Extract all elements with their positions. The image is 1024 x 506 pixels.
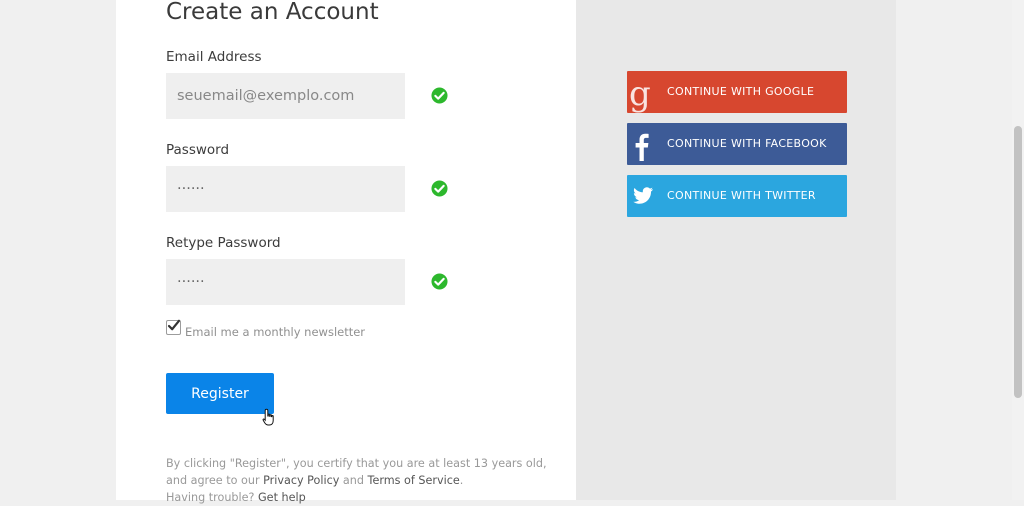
trouble-text: Having trouble? [166, 491, 259, 504]
email-valid-check-icon [431, 87, 448, 104]
terms-text: By clicking "Register", you certify that… [166, 455, 566, 506]
svg-text:g: g [629, 74, 651, 113]
terms-period: . [459, 474, 464, 487]
password-field[interactable] [166, 166, 405, 212]
facebook-icon [635, 133, 649, 161]
twitter-button-label: CONTINUE WITH TWITTER [667, 189, 816, 202]
google-button-label: CONTINUE WITH GOOGLE [667, 85, 815, 98]
hand-cursor-icon [262, 408, 274, 426]
password-label: Password [166, 142, 230, 158]
twitter-icon [633, 187, 653, 204]
terms-of-service-link[interactable]: Terms of Service [368, 474, 460, 487]
continue-with-facebook-button[interactable]: CONTINUE WITH FACEBOOK [627, 123, 847, 165]
newsletter-checkbox[interactable] [166, 319, 181, 335]
page-title: Create an Account [166, 0, 379, 25]
password-valid-check-icon [431, 180, 448, 197]
register-button[interactable]: Register [166, 373, 274, 414]
continue-with-google-button[interactable]: g CONTINUE WITH GOOGLE [627, 71, 847, 113]
retype-password-label: Retype Password [166, 235, 281, 251]
google-icon: g [629, 74, 651, 113]
continue-with-twitter-button[interactable]: CONTINUE WITH TWITTER [627, 175, 847, 217]
privacy-policy-link[interactable]: Privacy Policy [263, 474, 339, 487]
facebook-button-label: CONTINUE WITH FACEBOOK [667, 137, 827, 150]
scrollbar-thumb[interactable] [1014, 126, 1022, 398]
checkmark-icon [167, 319, 181, 331]
retype-valid-check-icon [431, 273, 448, 290]
get-help-link[interactable]: Get help [258, 491, 306, 504]
retype-password-field[interactable] [166, 259, 405, 305]
email-field[interactable] [166, 73, 405, 119]
newsletter-label: Email me a monthly newsletter [185, 325, 366, 339]
email-label: Email Address [166, 49, 262, 65]
terms-and: and [339, 474, 368, 487]
